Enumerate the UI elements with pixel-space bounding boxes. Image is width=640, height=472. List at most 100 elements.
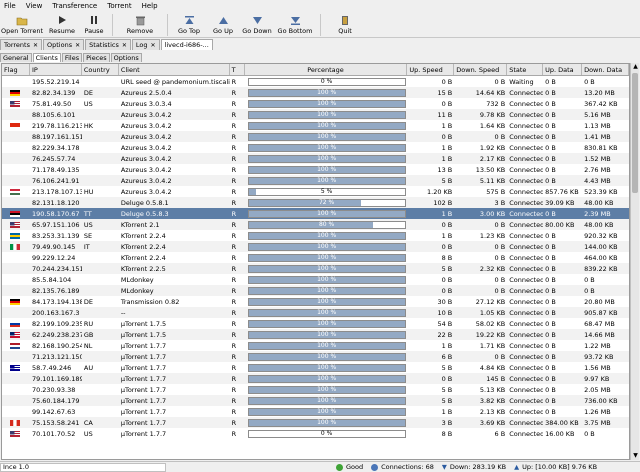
tab-0[interactable]: Torrents ✕ [0, 39, 43, 50]
up-speed-cell: 22 B [437, 330, 453, 339]
vertical-scrollbar[interactable]: ▲ ▼ [630, 63, 639, 460]
table-row[interactable]: 58.7.49.246 AU µTorrent 1.7.7 R 100 % 5 B 4.84… [2, 362, 629, 373]
type-cell: R [231, 77, 237, 86]
tab-1[interactable]: Options ✕ [43, 39, 85, 50]
table-row[interactable]: 82.131.18.120 Deluge 0.5.8.1 R 72 % 102 B 3 B… [2, 197, 629, 208]
table-row[interactable]: 82.168.190.254 NL µTorrent 1.7.7 R 100 % 1 B 1… [2, 340, 629, 351]
table-row[interactable]: 65.97.151.106 US KTorrent 2.1 R 80 % 0 B0 B Co… [2, 219, 629, 230]
country-cell: SE [83, 231, 93, 240]
close-tab-icon[interactable]: ✕ [33, 42, 38, 49]
flag-ca-icon [10, 419, 20, 426]
table-row[interactable]: 70.101.70.52 US µTorrent 1.7.7 R 0 % 8 B 6 B Co… [2, 428, 629, 439]
menu-file[interactable]: File [4, 2, 16, 10]
ip-cell: 88.105.6.101 [31, 110, 76, 119]
column-header-percentage[interactable]: Percentage [245, 64, 408, 75]
go-down-button[interactable]: Go Down [240, 12, 274, 38]
column-header-down-speed[interactable]: Down. Speed [454, 64, 508, 75]
resume-button[interactable]: Resume [44, 12, 80, 38]
table-row[interactable]: 82.229.34.178 Azureus 3.0.4.2 R 100 % 1 B 1.9… [2, 142, 629, 153]
menu-help[interactable]: Help [142, 2, 158, 10]
open-torrent-button[interactable]: Open Torrent [0, 12, 44, 38]
scrollbar-thumb[interactable] [632, 73, 638, 193]
tab-2[interactable]: Statistics ✕ [85, 39, 131, 50]
progress-bar: 100 % [247, 121, 406, 130]
quit-button[interactable]: Quit [325, 12, 365, 38]
table-row[interactable]: 88.105.6.101 Azureus 3.0.4.2 R 100 % 11 B 9.7… [2, 109, 629, 120]
subtab-clients[interactable]: Clients [32, 53, 61, 62]
table-row[interactable]: 75.60.184.179 µTorrent 1.7.7 R 100 % 5 B 3.82… [2, 395, 629, 406]
table-row[interactable]: 88.197.161.151 Azureus 3.0.4.2 R 100 % 0 B 0 … [2, 131, 629, 142]
close-tab-icon[interactable]: ✕ [151, 42, 156, 49]
table-row[interactable]: 75.153.58.241 CA µTorrent 1.7.7 R 100 % 3 B 3.… [2, 417, 629, 428]
table-row[interactable]: 82.199.109.235 RU µTorrent 1.7.5 R 100 % 54 B… [2, 318, 629, 329]
progress-text: 100 % [317, 254, 337, 261]
table-row[interactable]: 70.244.234.151 KTorrent 2.2.5 R 100 % 5 B 2.3… [2, 263, 629, 274]
table-row[interactable]: 195.52.219.14 URL seed @ pandemonium.tisc… [2, 76, 629, 87]
progress-bar: 100 % [247, 418, 406, 427]
state-cell: Connected [509, 319, 544, 328]
column-header-up-data[interactable]: Up. Data [543, 64, 583, 75]
menu-transference[interactable]: Transference [52, 2, 97, 10]
progress-bar: 100 % [247, 242, 406, 251]
tab-4[interactable]: livecd-i686-... [160, 39, 213, 50]
table-row[interactable]: 71.178.49.135 Azureus 3.0.4.2 R 100 % 13 B 13… [2, 164, 629, 175]
remove-button[interactable]: Remove [117, 12, 163, 38]
table-row[interactable]: 76.106.241.91 Azureus 3.0.4.2 R 100 % 5 B 5.1… [2, 175, 629, 186]
up-speed-cell: 1 B [441, 341, 453, 350]
column-header-up-speed[interactable]: Up. Speed [407, 64, 455, 75]
table-header: Flag IP Country Client T Percentage Up. Speed D… [2, 64, 629, 76]
table-row[interactable]: 62.249.238.237 GB µTorrent 1.7.5 R 100 % 22 B… [2, 329, 629, 340]
column-header-down-data[interactable]: Down. Data [582, 64, 629, 75]
table-row[interactable]: 213.178.107.13 HU Azureus 3.0.4.2 R 5 % 1.20 … [2, 186, 629, 197]
table-row[interactable]: 70.230.93.38 µTorrent 1.7.7 R 100 % 5 B 5.13 … [2, 384, 629, 395]
scroll-up-icon[interactable]: ▲ [632, 63, 639, 71]
table-row[interactable]: 84.173.194.138 DE Transmission 0.82 R 100 % 3… [2, 296, 629, 307]
table-row[interactable]: 190.58.170.67 TT Deluge 0.5.8.3 R 100 % 1 B 3.… [2, 208, 629, 219]
type-cell: R [231, 374, 237, 383]
menu-torrent[interactable]: Torrent [107, 2, 131, 10]
table-row[interactable]: 82.135.76.189 MLdonkey R 100 % 0 B0 B Connect… [2, 285, 629, 296]
go-bottom-button[interactable]: Go Bottom [274, 12, 316, 38]
column-header-state[interactable]: State [507, 64, 544, 75]
pause-button[interactable]: Pause [80, 12, 108, 38]
toolbar-separator [112, 14, 113, 36]
go-up-button[interactable]: Go Up [206, 12, 240, 38]
table-row[interactable]: 79.49.90.145 IT KTorrent 2.2.4 R 100 % 0 B 0 B… [2, 241, 629, 252]
table-row[interactable]: 71.213.121.150 µTorrent 1.7.7 R 100 % 6 B 0 B… [2, 351, 629, 362]
go-top-button[interactable]: Go Top [172, 12, 206, 38]
up-data-cell: 0 B [545, 407, 556, 416]
column-header-ip[interactable]: IP [30, 64, 82, 75]
table-row[interactable]: 79.101.169.189 µTorrent 1.7.7 R 100 % 0 B 145… [2, 373, 629, 384]
column-header-client[interactable]: Client [119, 64, 230, 75]
tab-3[interactable]: Log ✕ [131, 39, 160, 50]
table-row[interactable]: 99.229.12.24 KTorrent 2.2.4 R 100 % 8 B 0 B Co… [2, 252, 629, 263]
subtab-pieces[interactable]: Pieces [83, 53, 110, 62]
menu-view[interactable]: View [26, 2, 43, 10]
column-header-flag[interactable]: Flag [2, 64, 30, 75]
subtab-general[interactable]: General [0, 53, 32, 62]
close-tab-icon[interactable]: ✕ [122, 42, 127, 49]
subtab-options[interactable]: Options [110, 53, 142, 62]
subtab-files[interactable]: Files [61, 53, 83, 62]
column-header-country[interactable]: Country [82, 64, 119, 75]
table-row[interactable]: 219.78.116.213 HK Azureus 3.0.4.2 R 100 % 1 B… [2, 120, 629, 131]
table-row[interactable]: 85.5.84.104 MLdonkey R 100 % 0 B0 B Connected… [2, 274, 629, 285]
flag-tt-icon [10, 210, 20, 217]
table-row[interactable]: 82.82.34.139 DE Azureus 2.5.0.4 R 100 % 15 B 1… [2, 87, 629, 98]
tab-label: Options [47, 41, 73, 49]
table-row[interactable]: 75.81.49.50 US Azureus 3.0.3.4 R 100 % 0 B 732… [2, 98, 629, 109]
scroll-down-icon[interactable]: ▼ [632, 452, 639, 460]
table-row[interactable]: 200.163.167.3 -- R 100 % 10 B 1.05 KB Connecte… [2, 307, 629, 318]
up-speed-cell: 0 B [441, 220, 453, 229]
state-cell: Connected [509, 209, 544, 218]
up-data-cell: 0 B [545, 396, 556, 405]
percentage-cell: 100 % [245, 395, 408, 406]
down-speed-cell: 3.00 KB [479, 209, 506, 218]
table-row[interactable]: 99.142.67.63 µTorrent 1.7.7 R 100 % 1 B 2.13 … [2, 406, 629, 417]
table-row[interactable]: 83.253.31.139 SE KTorrent 2.2.4 R 100 % 1 B 1.… [2, 230, 629, 241]
progress-text: 100 % [317, 298, 337, 305]
flag-cell [2, 142, 30, 153]
column-header-t[interactable]: T [230, 64, 245, 75]
table-row[interactable]: 76.245.57.74 Azureus 3.0.4.2 R 100 % 1 B 2.17… [2, 153, 629, 164]
close-tab-icon[interactable]: ✕ [75, 42, 80, 49]
